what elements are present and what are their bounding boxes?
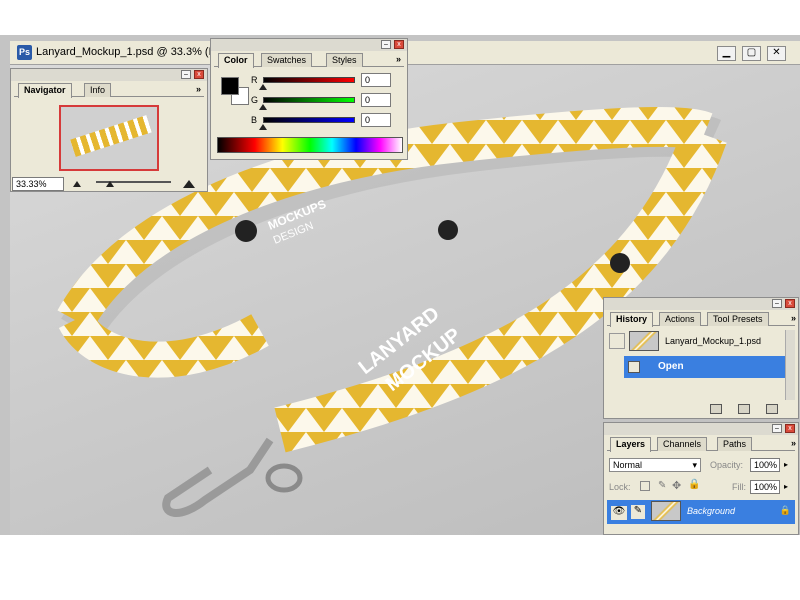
red-slider-handle[interactable] <box>259 84 267 90</box>
lanyard-clip <box>162 437 274 517</box>
layer-name: Background <box>687 506 736 516</box>
lock-transparency-icon[interactable] <box>640 481 650 491</box>
panel-minimize-button[interactable]: – <box>772 424 782 433</box>
tab-channels[interactable]: Channels <box>657 437 708 451</box>
channel-r-label: R <box>251 75 258 85</box>
history-scrollbar[interactable] <box>785 330 795 400</box>
logo-badge <box>610 253 630 273</box>
tab-layers[interactable]: Layers <box>610 437 652 452</box>
history-state-row[interactable]: Open <box>624 356 795 378</box>
trash-icon[interactable] <box>766 404 778 414</box>
tab-history[interactable]: History <box>610 312 654 327</box>
panel-minimize-button[interactable]: – <box>772 299 782 308</box>
zoom-in-icon[interactable] <box>183 180 195 188</box>
blue-slider[interactable] <box>263 117 355 123</box>
lock-label: Lock: <box>609 482 631 492</box>
blend-mode-select[interactable]: Normal ▾ <box>609 458 701 472</box>
navigator-proxy-view[interactable] <box>59 105 159 171</box>
blue-slider-handle[interactable] <box>259 124 267 130</box>
zoom-out-icon[interactable] <box>73 181 81 187</box>
panel-close-button[interactable]: x <box>785 424 795 433</box>
green-slider-handle[interactable] <box>259 104 267 110</box>
brush-icon: ✎ <box>631 505 645 519</box>
red-value-field[interactable]: 0 <box>361 73 391 87</box>
foreground-color-swatch[interactable] <box>221 77 239 95</box>
fill-label: Fill: <box>732 482 746 492</box>
opacity-arrow-icon[interactable]: ▸ <box>784 460 788 469</box>
new-document-icon[interactable] <box>710 404 722 414</box>
tab-tool-presets[interactable]: Tool Presets <box>707 312 769 326</box>
panel-minimize-button[interactable]: – <box>181 70 191 79</box>
layers-panel: – x Layers Channels Paths » Normal ▾ Opa… <box>603 422 799 535</box>
blend-mode-value: Normal <box>613 460 643 470</box>
fill-field[interactable]: 100% <box>750 480 780 494</box>
history-state-icon <box>628 361 640 373</box>
opacity-label: Opacity: <box>710 460 744 470</box>
navigator-panel: – x Navigator Info » 33.33% <box>10 68 208 192</box>
logo-badge <box>235 220 257 242</box>
color-panel: – x Color Swatches Styles » R 0 G 0 B 0 <box>210 38 408 160</box>
minimize-button[interactable]: ▁ <box>717 46 736 61</box>
history-brush-icon[interactable] <box>609 333 625 349</box>
history-snapshot-row[interactable]: Lanyard_Mockup_1.psd <box>607 330 795 352</box>
panel-menu-arrow[interactable]: » <box>196 84 201 94</box>
maximize-button[interactable]: ▢ <box>742 46 761 61</box>
panel-menu-arrow[interactable]: » <box>396 54 401 64</box>
panel-close-button[interactable]: x <box>785 299 795 308</box>
layer-thumbnail <box>651 501 681 521</box>
lock-brush-icon[interactable]: ✎ <box>658 480 666 491</box>
snapshot-name: Lanyard_Mockup_1.psd <box>665 336 762 346</box>
panel-minimize-button[interactable]: – <box>381 40 391 49</box>
panel-close-button[interactable]: x <box>394 40 404 49</box>
channel-b-label: B <box>251 115 258 125</box>
layer-row-background[interactable]: 👁 ✎ Background 🔒 <box>607 500 795 524</box>
tab-navigator[interactable]: Navigator <box>18 83 72 98</box>
lock-all-icon[interactable]: 🔒 <box>688 479 700 490</box>
logo-badge <box>438 220 458 240</box>
blue-value-field[interactable]: 0 <box>361 113 391 127</box>
history-panel: – x History Actions Tool Presets » Lanya… <box>603 297 799 419</box>
zoom-field[interactable]: 33.33% <box>12 177 64 191</box>
document-title: Lanyard_Mockup_1.psd @ 33.3% (R <box>36 46 217 58</box>
green-slider[interactable] <box>263 97 355 103</box>
panel-menu-arrow[interactable]: » <box>791 438 796 448</box>
panel-close-button[interactable]: x <box>194 70 204 79</box>
lock-icon: 🔒 <box>779 505 791 515</box>
tab-swatches[interactable]: Swatches <box>261 53 313 67</box>
lock-move-icon[interactable]: ✥ <box>672 479 681 492</box>
history-state-name: Open <box>658 361 684 372</box>
opacity-field[interactable]: 100% <box>750 458 780 472</box>
tab-actions[interactable]: Actions <box>659 312 701 326</box>
close-button[interactable]: ✕ <box>767 46 786 61</box>
chevron-down-icon: ▾ <box>692 460 697 470</box>
tab-color[interactable]: Color <box>218 53 254 68</box>
zoom-slider-handle[interactable] <box>106 181 114 187</box>
fill-arrow-icon[interactable]: ▸ <box>784 482 788 491</box>
red-slider[interactable] <box>263 77 355 83</box>
tab-styles[interactable]: Styles <box>326 53 363 67</box>
channel-g-label: G <box>251 95 259 105</box>
photoshop-doc-icon: Ps <box>17 45 32 60</box>
green-value-field[interactable]: 0 <box>361 93 391 107</box>
clip-ring <box>265 463 303 493</box>
tab-info[interactable]: Info <box>84 83 112 97</box>
snapshot-thumbnail <box>629 331 659 351</box>
camera-icon[interactable] <box>738 404 750 414</box>
panel-menu-arrow[interactable]: » <box>791 313 796 323</box>
tab-paths[interactable]: Paths <box>717 437 753 451</box>
color-ramp[interactable] <box>217 137 403 153</box>
eye-icon[interactable]: 👁 <box>611 506 627 520</box>
